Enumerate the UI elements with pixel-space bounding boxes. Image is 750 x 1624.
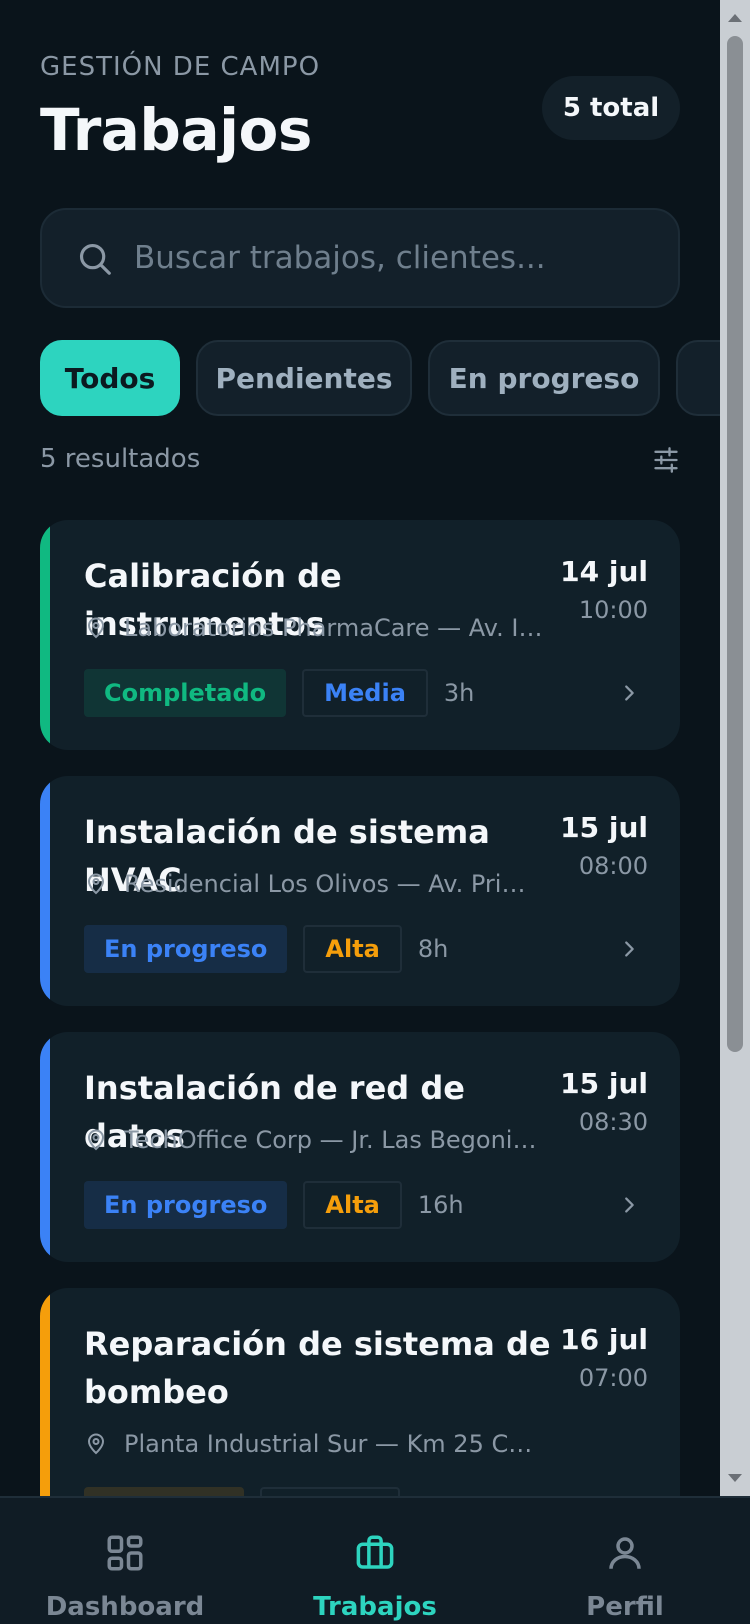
job-title: Reparación de sistema de bombeo xyxy=(84,1325,551,1411)
search-bar[interactable] xyxy=(40,208,680,308)
job-time: 08:30 xyxy=(578,1108,648,1136)
scroll-up-arrow-icon[interactable] xyxy=(727,12,743,24)
scrollbar-thumb[interactable] xyxy=(727,36,743,1052)
status-badge: Completado xyxy=(84,669,287,717)
priority-badge: Media xyxy=(302,669,428,717)
job-card[interactable]: Instalación de red de datos 15 jul 08:30… xyxy=(40,1032,680,1262)
results-count: 5 resultados xyxy=(40,444,201,474)
map-pin-icon xyxy=(87,873,105,895)
status-badge: En progreso xyxy=(84,1181,288,1229)
job-tags: Completado Media 3h xyxy=(84,668,474,718)
priority-badge: Alta xyxy=(303,1181,402,1229)
nav-label: Perfil xyxy=(586,1592,664,1622)
job-location: TechOffice Corp — Jr. Las Begonias ... xyxy=(84,1122,554,1158)
job-location-text: Laboratorios PharmaCare — Av. Ind... xyxy=(124,614,544,642)
job-date: 16 jul xyxy=(560,1323,648,1356)
status-accent-bar xyxy=(40,1288,50,1496)
job-tags xyxy=(84,1486,400,1496)
chip-todos[interactable]: Todos xyxy=(40,340,180,416)
scroll-down-arrow-icon[interactable] xyxy=(727,1472,743,1484)
map-pin-icon xyxy=(87,1129,105,1151)
job-card[interactable]: Instalación de sistema HVAC 15 jul 08:00… xyxy=(40,776,680,1006)
briefcase-icon xyxy=(356,1535,394,1569)
job-time: 08:00 xyxy=(578,852,648,880)
status-accent-bar xyxy=(40,1032,50,1262)
job-duration: 8h xyxy=(417,935,449,963)
chip-more[interactable] xyxy=(676,340,720,416)
job-duration: 3h xyxy=(443,679,475,707)
job-card[interactable]: Calibración de instrumentos 14 jul 10:00… xyxy=(40,520,680,750)
priority-badge: Alta xyxy=(303,925,402,973)
nav-label: Trabajos xyxy=(313,1592,437,1622)
scrollbar[interactable] xyxy=(720,0,750,1496)
status-accent-bar xyxy=(40,776,50,1006)
job-location: Residencial Los Olivos — Av. Primav... xyxy=(84,866,554,902)
priority-badge xyxy=(260,1487,400,1496)
job-location: Laboratorios PharmaCare — Av. Ind... xyxy=(84,610,554,646)
nav-item-perfil[interactable]: Perfil xyxy=(500,1498,750,1624)
dashboard-icon xyxy=(107,1535,143,1571)
job-date: 15 jul xyxy=(560,1067,648,1100)
total-count-badge: 5 total xyxy=(542,76,680,140)
bottom-navigation: Dashboard Trabajos Perfil xyxy=(0,1496,750,1624)
job-location-text: TechOffice Corp — Jr. Las Begonias ... xyxy=(124,1126,544,1154)
job-duration: 16h xyxy=(417,1191,464,1219)
job-location-text: Planta Industrial Sur — Km 25 Carre... xyxy=(124,1430,544,1458)
user-icon xyxy=(609,1537,641,1569)
chevron-right-icon[interactable] xyxy=(618,938,640,960)
status-badge: En progreso xyxy=(84,925,288,973)
status-badge xyxy=(84,1487,244,1496)
page-title: Trabajos xyxy=(40,96,312,164)
job-date: 15 jul xyxy=(560,811,648,844)
tune-icon[interactable] xyxy=(652,446,680,474)
job-time: 10:00 xyxy=(578,596,648,624)
nav-label: Dashboard xyxy=(45,1592,205,1622)
nav-item-dashboard[interactable]: Dashboard xyxy=(0,1498,250,1624)
search-icon xyxy=(79,243,111,275)
chevron-right-icon[interactable] xyxy=(618,1194,640,1216)
status-filter-chips: Todos Pendientes En progreso xyxy=(40,340,720,416)
map-pin-icon xyxy=(87,1433,105,1455)
status-accent-bar xyxy=(40,520,50,750)
page-eyebrow: GESTIÓN DE CAMPO xyxy=(40,52,321,82)
chevron-right-icon[interactable] xyxy=(618,682,640,704)
job-location: Planta Industrial Sur — Km 25 Carre... xyxy=(84,1426,554,1462)
jobs-screen: GESTIÓN DE CAMPO Trabajos 5 total Todos … xyxy=(0,0,720,1496)
job-date: 14 jul xyxy=(560,555,648,588)
job-card[interactable]: Reparación de sistema de bombeo 16 jul 0… xyxy=(40,1288,680,1496)
chip-en-progreso[interactable]: En progreso xyxy=(428,340,660,416)
job-tags: En progreso Alta 8h xyxy=(84,924,448,974)
job-time: 07:00 xyxy=(578,1364,648,1392)
search-input[interactable] xyxy=(134,230,654,286)
job-tags: En progreso Alta 16h xyxy=(84,1180,464,1230)
nav-item-trabajos[interactable]: Trabajos xyxy=(250,1498,500,1624)
chip-pendientes[interactable]: Pendientes xyxy=(196,340,412,416)
job-location-text: Residencial Los Olivos — Av. Primav... xyxy=(124,870,544,898)
map-pin-icon xyxy=(87,617,105,639)
